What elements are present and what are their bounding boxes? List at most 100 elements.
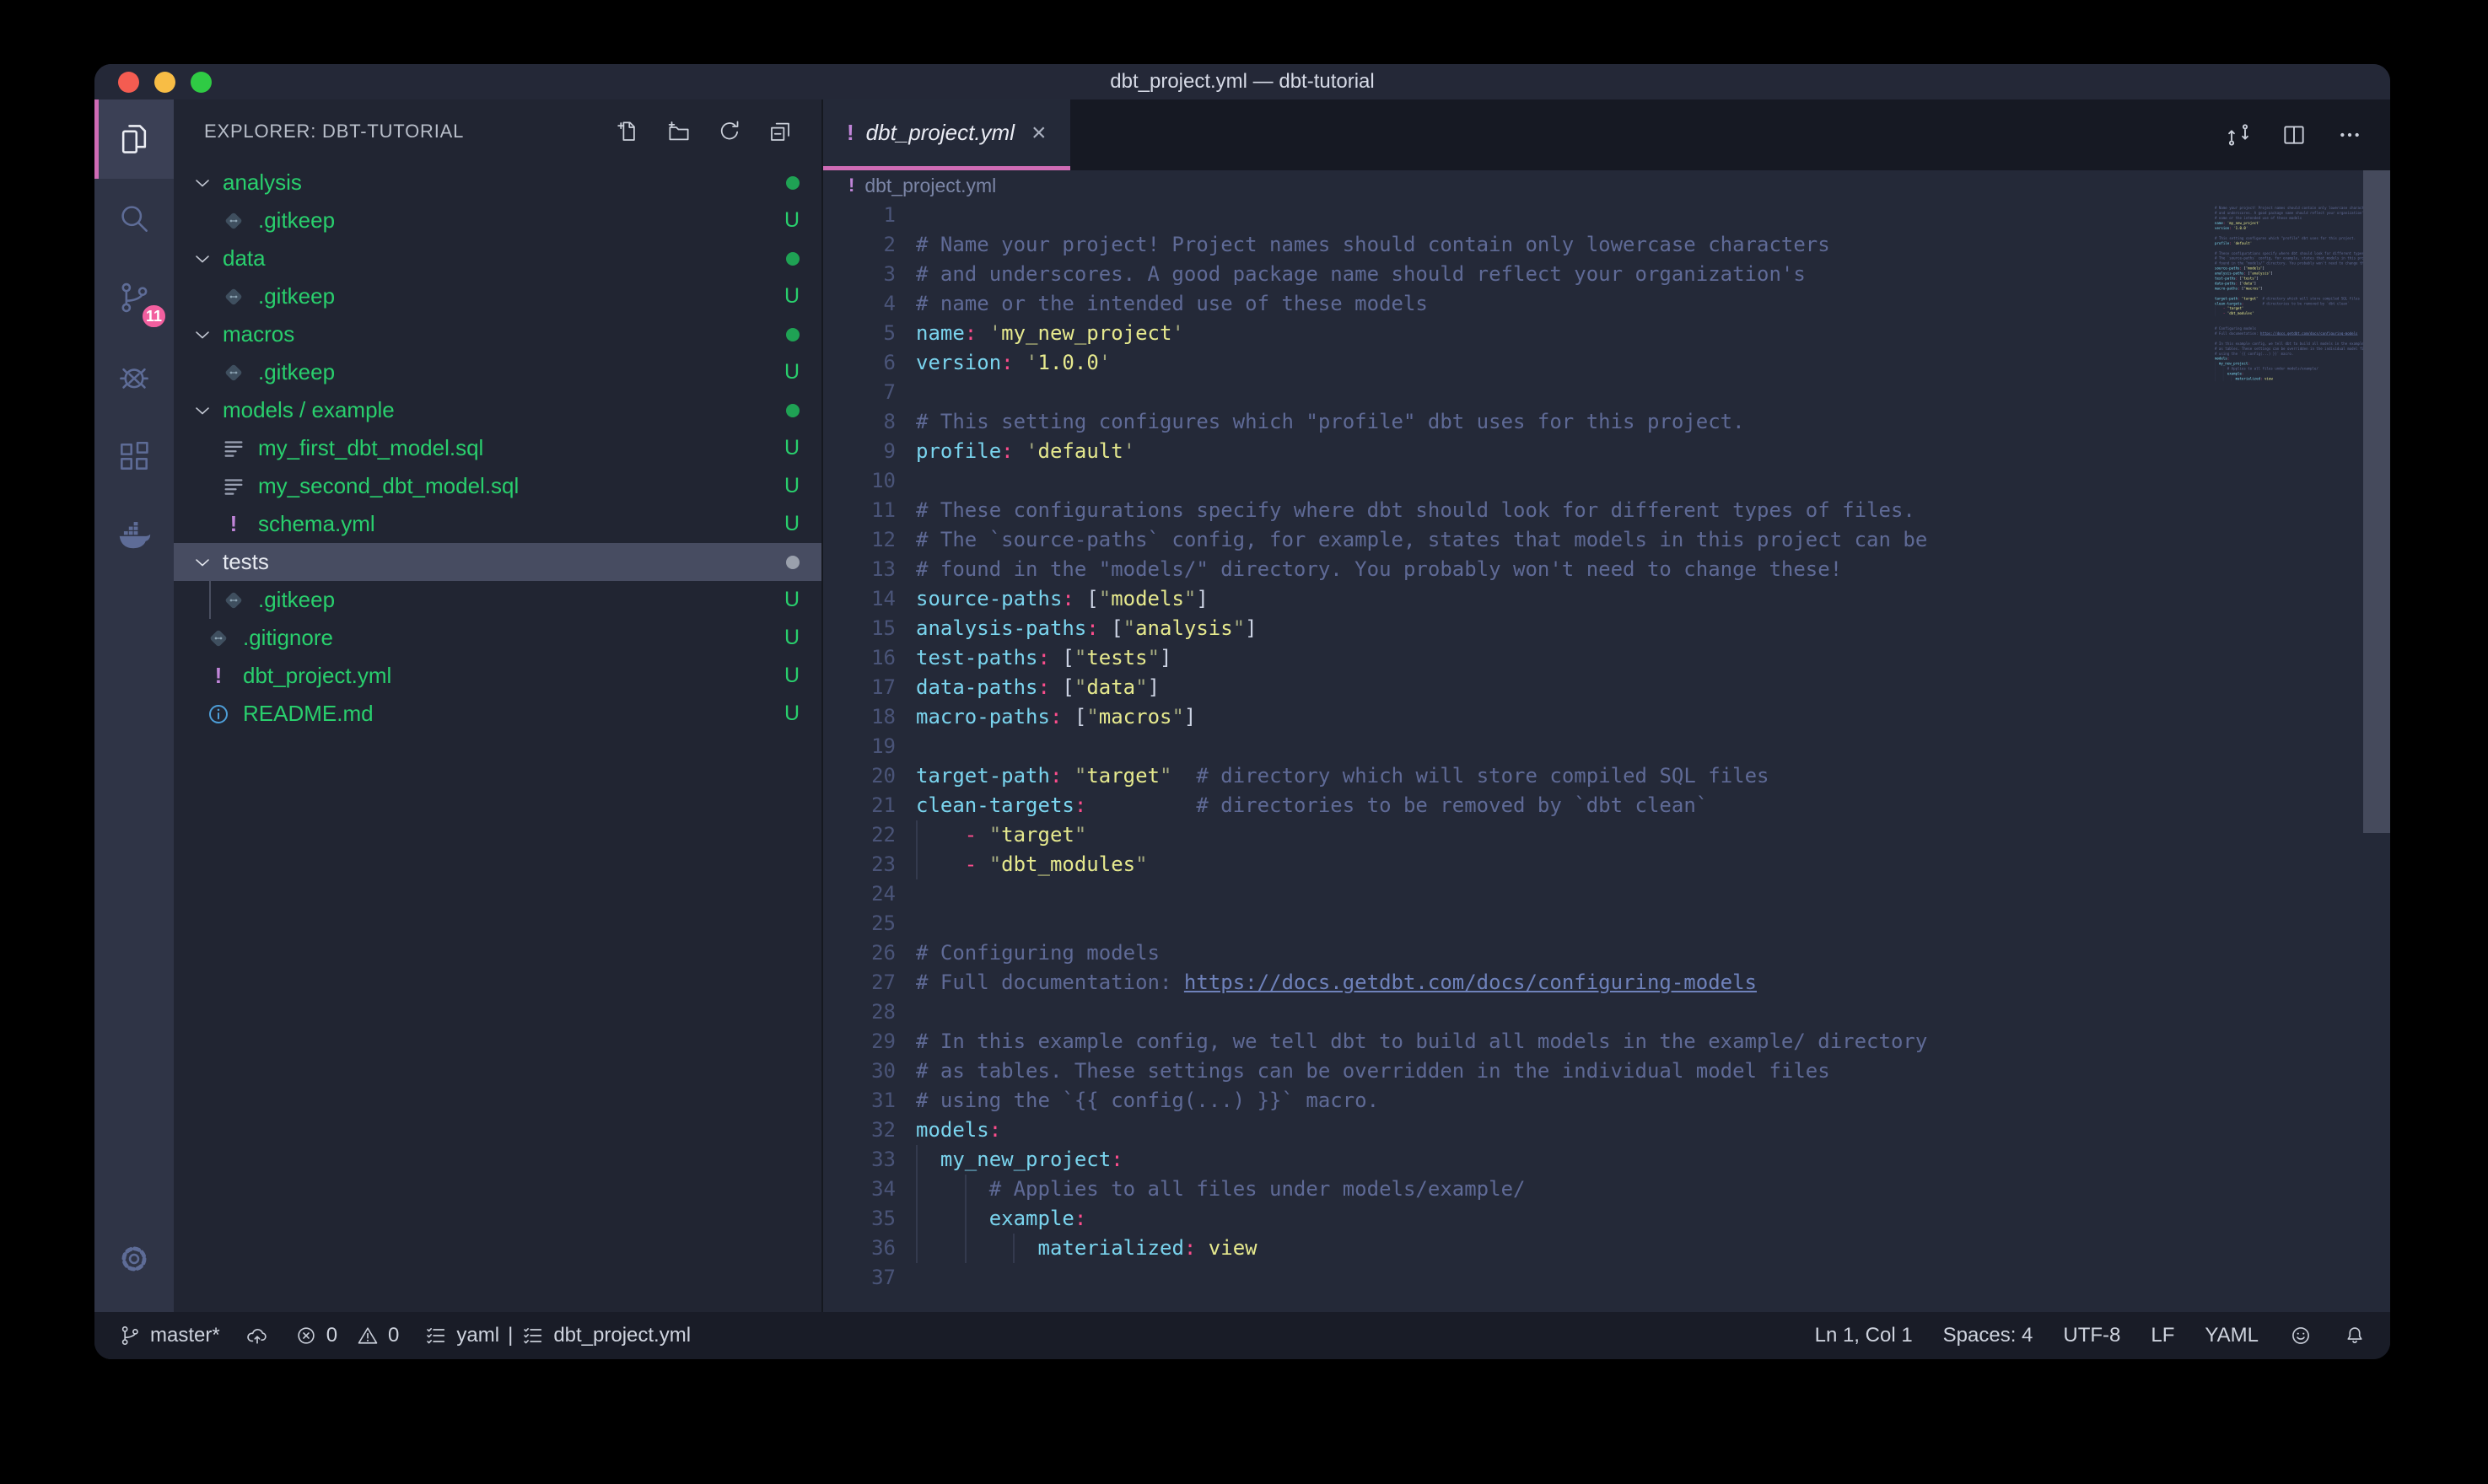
activity-item-settings[interactable]: [94, 1219, 174, 1298]
code-line[interactable]: 28: [823, 997, 2390, 1027]
code-line[interactable]: 9profile: 'default': [823, 437, 2390, 466]
code-line[interactable]: 12# The `source-paths` config, for examp…: [823, 525, 2390, 555]
code-line[interactable]: 18macro-paths: ["macros"]: [823, 702, 2390, 732]
code-line[interactable]: 27# Full documentation: https://docs.get…: [823, 968, 2390, 997]
code-line[interactable]: 30# as tables. These settings can be ove…: [823, 1057, 2390, 1086]
code-line[interactable]: 32models:: [823, 1116, 2390, 1145]
folder-analysis[interactable]: analysis: [174, 164, 821, 202]
yaml-warning-icon: !: [848, 175, 854, 196]
code-line[interactable]: 5name: 'my_new_project': [823, 319, 2390, 348]
code-line[interactable]: 6version: '1.0.0': [823, 348, 2390, 378]
yaml-schema-indicator[interactable]: yaml | dbt_project.yml: [424, 1324, 691, 1347]
chevron-down-icon: [191, 399, 214, 422]
code-area[interactable]: 12# Name your project! Project names sho…: [823, 201, 2390, 1312]
language-mode[interactable]: YAML: [2205, 1324, 2259, 1347]
yaml-warning-icon: !: [847, 120, 854, 146]
code-line[interactable]: 7: [823, 378, 2390, 407]
code-line[interactable]: 31# using the `{{ config(...) }}` macro.: [823, 1086, 2390, 1116]
more-actions-icon[interactable]: [2336, 121, 2363, 148]
split-editor-icon[interactable]: [2281, 121, 2308, 148]
code-line[interactable]: 14source-paths: ["models"]: [823, 584, 2390, 614]
eol-setting[interactable]: LF: [2151, 1324, 2174, 1347]
code-line[interactable]: 11# These configurations specify where d…: [823, 496, 2390, 525]
code-line[interactable]: 19: [823, 732, 2390, 761]
code-line[interactable]: 35 example:: [823, 1204, 2390, 1234]
git-untracked-badge: U: [784, 702, 800, 726]
code-line[interactable]: 15analysis-paths: ["analysis"]: [823, 614, 2390, 643]
minimize-button[interactable]: [154, 72, 175, 93]
file-dbt-project-yml[interactable]: !dbt_project.ymlU: [174, 657, 821, 695]
editor-scrollbar[interactable]: [2363, 170, 2390, 833]
new-folder-icon[interactable]: [666, 119, 692, 144]
file-gitkeep[interactable]: .gitkeepU: [174, 202, 821, 239]
code-line[interactable]: 16test-paths: ["tests"]: [823, 643, 2390, 673]
sync-button[interactable]: [245, 1324, 269, 1347]
code-line[interactable]: 8# This setting configures which "profil…: [823, 407, 2390, 437]
file-gitkeep[interactable]: .gitkeepU: [174, 581, 821, 619]
git-icon: [221, 284, 246, 309]
code-line[interactable]: 21clean-targets: # directories to be rem…: [823, 791, 2390, 820]
code-line[interactable]: 23 - "dbt_modules": [823, 850, 2390, 879]
minimap[interactable]: # Name your project! Project names shoul…: [2215, 201, 2363, 1312]
problems-indicator[interactable]: 0 0: [294, 1324, 400, 1347]
code-line[interactable]: 1: [823, 201, 2390, 230]
activity-item-extensions[interactable]: [94, 417, 174, 496]
activity-item-debug[interactable]: [94, 337, 174, 417]
chevron-down-icon: [191, 551, 214, 574]
folder-data[interactable]: data: [174, 239, 821, 277]
file-my-second-dbt-model-sql[interactable]: my_second_dbt_model.sqlU: [174, 467, 821, 505]
bell-icon: [2343, 1324, 2367, 1347]
tab-dbt-project-yml[interactable]: ! dbt_project.yml ×: [823, 99, 1070, 170]
code-line[interactable]: 13# found in the "models/" directory. Yo…: [823, 555, 2390, 584]
git-untracked-badge: U: [784, 512, 800, 536]
code-line[interactable]: 33 my_new_project:: [823, 1145, 2390, 1175]
collapse-folders-icon[interactable]: [767, 119, 793, 144]
code-line[interactable]: 10: [823, 466, 2390, 496]
code-line[interactable]: 22 - "target": [823, 820, 2390, 850]
git-branch-indicator[interactable]: master*: [118, 1324, 220, 1347]
code-line[interactable]: 34 # Applies to all files under models/e…: [823, 1175, 2390, 1204]
item-label: .gitkeep: [258, 359, 335, 385]
activity-item-search[interactable]: [94, 179, 174, 258]
file-gitkeep[interactable]: .gitkeepU: [174, 277, 821, 315]
item-label: README.md: [243, 701, 374, 727]
code-line[interactable]: 17data-paths: ["data"]: [823, 673, 2390, 702]
file-gitkeep[interactable]: .gitkeepU: [174, 353, 821, 391]
cursor-position[interactable]: Ln 1, Col 1: [1815, 1324, 1913, 1347]
file-my-first-dbt-model-sql[interactable]: my_first_dbt_model.sqlU: [174, 429, 821, 467]
code-line[interactable]: 37: [823, 1263, 2390, 1293]
code-line[interactable]: 26# Configuring models: [823, 938, 2390, 968]
notifications-button[interactable]: [2343, 1324, 2367, 1347]
code-line[interactable]: 29# In this example config, we tell dbt …: [823, 1027, 2390, 1057]
activity-bar: 11: [94, 99, 174, 1312]
file-schema-yml[interactable]: !schema.ymlU: [174, 505, 821, 543]
refresh-icon[interactable]: [717, 119, 742, 144]
zoom-button[interactable]: [191, 72, 212, 93]
code-line[interactable]: 2# Name your project! Project names shou…: [823, 230, 2390, 260]
code-line[interactable]: 4# name or the intended use of these mod…: [823, 289, 2390, 319]
feedback-button[interactable]: [2289, 1324, 2313, 1347]
code-line[interactable]: 20target-path: "target" # directory whic…: [823, 761, 2390, 791]
breadcrumb[interactable]: ! dbt_project.yml: [823, 170, 2390, 201]
code-line[interactable]: 3# and underscores. A good package name …: [823, 260, 2390, 289]
folder-macros[interactable]: macros: [174, 315, 821, 353]
code-line[interactable]: 36 materialized: view: [823, 1234, 2390, 1263]
folder-models-example[interactable]: models / example: [174, 391, 821, 429]
close-icon[interactable]: ×: [1031, 121, 1047, 146]
file-readme-md[interactable]: README.md U: [174, 695, 821, 733]
git-untracked-badge: U: [784, 588, 800, 612]
activity-item-docker[interactable]: [94, 496, 174, 575]
indentation-setting[interactable]: Spaces: 4: [1943, 1324, 2033, 1347]
activity-item-source-control[interactable]: 11: [94, 258, 174, 337]
close-button[interactable]: [118, 72, 139, 93]
item-label: models / example: [223, 397, 395, 423]
title-bar[interactable]: dbt_project.yml — dbt-tutorial: [94, 64, 2390, 99]
folder-tests[interactable]: tests: [174, 543, 821, 581]
encoding-setting[interactable]: UTF-8: [2063, 1324, 2120, 1347]
code-line[interactable]: 24: [823, 879, 2390, 909]
new-file-icon[interactable]: [616, 119, 641, 144]
open-changes-icon[interactable]: [2225, 121, 2252, 148]
code-line[interactable]: 25: [823, 909, 2390, 938]
activity-item-explorer[interactable]: [94, 99, 174, 179]
file-gitignore[interactable]: .gitignoreU: [174, 619, 821, 657]
